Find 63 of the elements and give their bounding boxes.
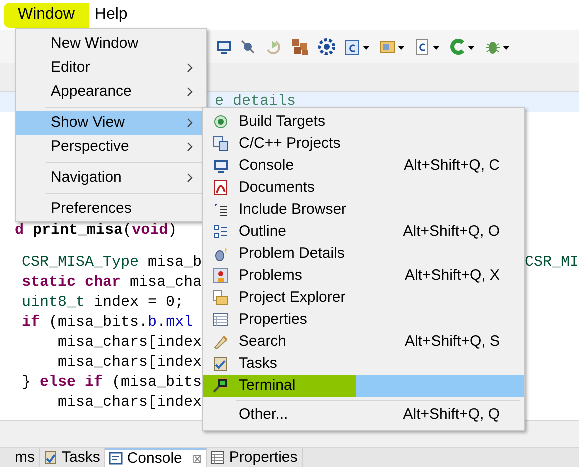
menu-item[interactable]: Properties (203, 309, 524, 331)
project-icon (213, 136, 229, 152)
menu-item[interactable]: Editor (16, 56, 206, 80)
table-icon (213, 313, 229, 327)
gear-icon[interactable] (318, 38, 336, 56)
console-icon (109, 452, 124, 466)
list-icon (214, 203, 228, 217)
outline-icon (214, 225, 228, 239)
code-line: uint8_t index = 0; (22, 293, 184, 313)
menu-item[interactable]: Other... Alt+Shift+Q, Q (203, 404, 524, 426)
code-line: CSR_MISA_Type misa_b (22, 253, 202, 273)
person-icon (213, 268, 229, 284)
menu-item[interactable]: Include Browser (203, 199, 524, 221)
tasks-icon (44, 450, 58, 464)
menu-item[interactable]: Terminal (203, 375, 524, 397)
pdf-icon (213, 180, 229, 196)
menu-item[interactable]: Console Alt+Shift+Q, C (203, 155, 524, 177)
menu-item[interactable]: Outline Alt+Shift+Q, O (203, 221, 524, 243)
menu-bar-item[interactable]: Help (88, 2, 134, 28)
menu-item[interactable]: New Window (16, 32, 206, 56)
menu-item[interactable]: Problem Details (203, 243, 524, 265)
code-line: CSR_MI (525, 253, 579, 273)
file-icon[interactable] (415, 38, 441, 56)
code-comment: e details (215, 92, 296, 112)
file-icon[interactable] (345, 38, 371, 56)
code-line: misa_chars[index (58, 333, 202, 353)
target-icon (214, 115, 228, 129)
menu-item[interactable]: Problems Alt+Shift+Q, X (203, 265, 524, 287)
menu-item[interactable]: Perspective (16, 135, 206, 159)
code-line: static char misa_cha (22, 273, 202, 293)
shortcut-text: Alt+Shift+Q, Q (403, 404, 500, 425)
shortcut-text: Alt+Shift+Q, X (404, 266, 500, 286)
flashlight-icon (213, 334, 229, 350)
close-icon[interactable]: ⊠ (192, 450, 202, 467)
shortcut-text: Alt+Shift+Q, S (404, 332, 500, 352)
monitor-icon[interactable] (216, 38, 232, 54)
menu-item[interactable]: C/C++ Projects (203, 133, 524, 155)
menu-item[interactable]: Preferences (16, 197, 206, 221)
view-tab[interactable]: Console ⊠ (105, 448, 208, 467)
menu-item[interactable]: Documents (203, 177, 524, 199)
clipboard-icon (213, 356, 229, 372)
folder-icon (213, 290, 229, 306)
bricks-icon[interactable] (291, 38, 309, 56)
shortcut-text: Alt+Shift+Q, C (404, 156, 500, 176)
monitor-icon (213, 158, 229, 174)
menu-item[interactable]: Tasks (203, 353, 524, 375)
bug-icon (214, 246, 228, 262)
menu-item[interactable]: Appearance (16, 80, 206, 104)
menu-item[interactable]: Build Targets (203, 111, 524, 133)
code-line: } else if (misa_bits (22, 373, 202, 393)
terminal-icon (213, 378, 229, 394)
code-line: d print_misa(void) (15, 221, 178, 241)
menu-item[interactable]: Search Alt+Shift+Q, S (203, 331, 524, 353)
code-line: if (misa_bits.b.mxl (22, 313, 194, 333)
code-line: misa_chars[index (58, 353, 202, 373)
slash-circle-icon[interactable] (241, 40, 255, 54)
table-icon (211, 450, 226, 464)
c-icon[interactable] (450, 38, 476, 56)
menu-item[interactable]: Project Explorer (203, 287, 524, 309)
menu-bar-item[interactable]: Window (4, 2, 89, 28)
code-line: misa_chars[index (58, 393, 202, 413)
shortcut-text: Alt+Shift+Q, O (403, 222, 500, 242)
menu-item[interactable]: Navigation (16, 166, 206, 190)
